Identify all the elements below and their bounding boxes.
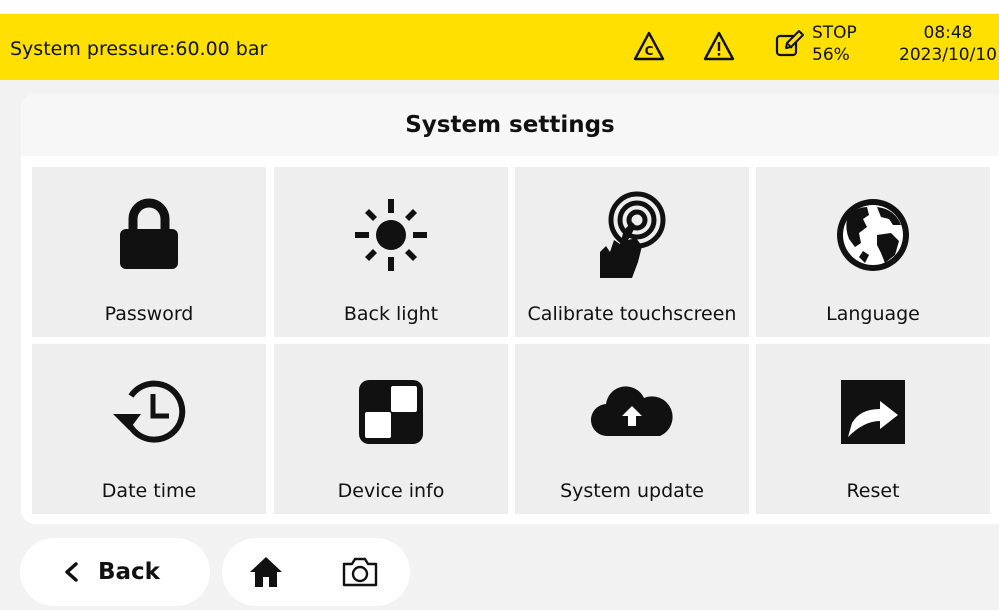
home-button[interactable]: [222, 538, 310, 606]
stop-label: STOP: [812, 23, 857, 43]
stop-status: STOP 56%: [812, 22, 857, 66]
tile-label: Back light: [343, 303, 439, 325]
tile-device-info[interactable]: Device info: [274, 344, 508, 514]
device-info-icon: [341, 362, 441, 462]
stop-percent: 56%: [812, 45, 850, 65]
cloud-upload-icon: [582, 362, 682, 462]
date: 2023/10/10: [899, 45, 997, 65]
tile-calibrate-touchscreen[interactable]: Calibrate touchscreen: [515, 167, 749, 337]
home-icon: [250, 557, 282, 587]
time: 08:48: [923, 23, 973, 43]
tile-label: System update: [560, 480, 704, 502]
tile-reset[interactable]: Reset: [756, 344, 990, 514]
tile-language[interactable]: Language: [756, 167, 990, 337]
tile-system-update[interactable]: System update: [515, 344, 749, 514]
edit-icon[interactable]: [774, 28, 806, 64]
touch-target-icon: [582, 185, 682, 285]
camera-icon: [342, 557, 378, 587]
system-pressure: System pressure:60.00 bar: [10, 38, 268, 60]
tile-label: Device info: [337, 480, 445, 502]
svg-text:C: C: [645, 44, 654, 58]
clock-history-icon: [99, 362, 199, 462]
page-title: System settings: [21, 94, 999, 156]
status-bar: System pressure:60.00 bar C STOP 56% 08:…: [0, 14, 999, 80]
back-button[interactable]: Back: [20, 538, 210, 606]
tile-back-light[interactable]: Back light: [274, 167, 508, 337]
reset-icon: [823, 362, 923, 462]
clock: 08:48 2023/10/10: [888, 22, 999, 66]
chevron-left-icon: [65, 562, 78, 582]
tile-label: Language: [826, 303, 920, 325]
tile-label: Calibrate touchscreen: [527, 303, 737, 325]
lock-icon: [99, 185, 199, 285]
sun-icon: [341, 185, 441, 285]
tile-label: Reset: [846, 480, 900, 502]
tile-password[interactable]: Password: [32, 167, 266, 337]
tile-label: Date time: [101, 480, 197, 502]
screenshot-button[interactable]: [310, 538, 410, 606]
warning-c-icon[interactable]: C: [632, 30, 666, 66]
back-label: Back: [98, 559, 160, 585]
warning-icon[interactable]: [702, 30, 736, 66]
globe-icon: [823, 185, 923, 285]
tile-date-time[interactable]: Date time: [32, 344, 266, 514]
tile-label: Password: [104, 303, 194, 325]
